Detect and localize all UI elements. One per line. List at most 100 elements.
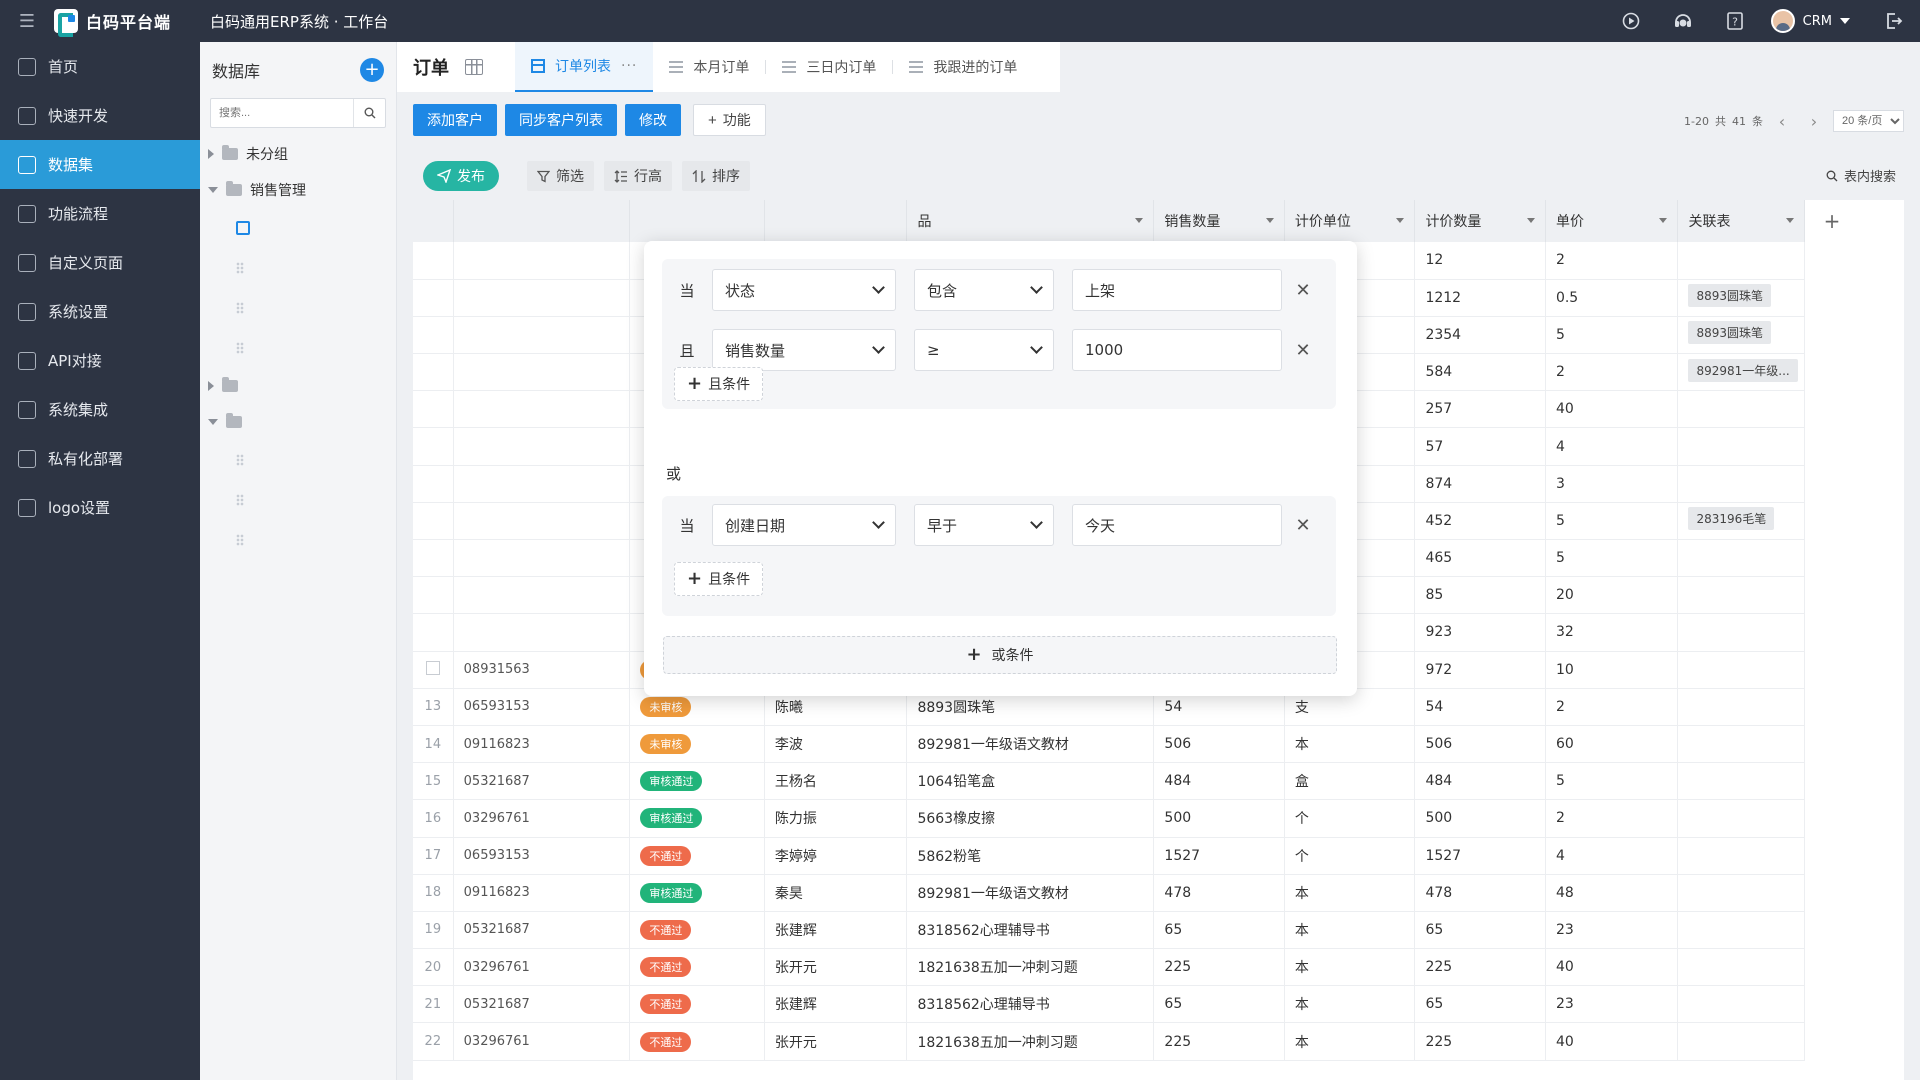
filter-operator-select[interactable]: 包含 [914, 269, 1054, 311]
logout-icon[interactable] [1868, 0, 1920, 42]
page-size-select[interactable]: 20 条/页 [1833, 110, 1904, 132]
sidebar-item-integration[interactable]: 系统集成 [0, 385, 200, 434]
sidebar-item-settings[interactable]: 系统设置 [0, 287, 200, 336]
col-header-status[interactable] [629, 200, 765, 242]
drag-handle-icon[interactable] [236, 302, 244, 314]
tree-group-collapsed[interactable] [200, 368, 396, 404]
row-number-cell: 13 [413, 688, 454, 726]
caret-down-icon[interactable] [1265, 218, 1274, 223]
prev-page-icon[interactable]: ‹ [1769, 112, 1795, 131]
menu-toggle-icon[interactable]: ☰ [0, 0, 54, 42]
sidebar-item-quick-dev[interactable]: 快速开发 [0, 91, 200, 140]
drag-handle-icon[interactable] [236, 342, 244, 354]
support-icon[interactable] [1657, 0, 1709, 42]
publish-button[interactable]: 发布 [423, 161, 499, 191]
tab-my-orders[interactable]: 我跟进的订单 [893, 42, 1033, 92]
caret-down-icon[interactable] [1526, 218, 1535, 223]
relation-tag[interactable]: 283196毛笔 [1688, 507, 1775, 531]
caret-down-icon[interactable] [1135, 218, 1144, 223]
col-header-unit[interactable]: 计价单位 [1284, 200, 1416, 242]
filter-operator-select[interactable]: ≥ [914, 329, 1054, 371]
tree-table-item[interactable] [200, 288, 396, 328]
tab-three-day-orders[interactable]: 三日内订单 [766, 42, 892, 92]
sort-button[interactable]: 排序 [682, 161, 750, 191]
next-page-icon[interactable]: › [1801, 112, 1827, 131]
tree-table-item[interactable] [200, 328, 396, 368]
sidebar-item-logo[interactable]: logo设置 [0, 483, 200, 532]
tab-month-orders[interactable]: 本月订单 [653, 42, 765, 92]
filter-field-select[interactable]: 状态 [712, 269, 896, 311]
relation-tag[interactable]: 8893圆珠笔 [1688, 321, 1772, 345]
edit-button[interactable]: 修改 [625, 104, 681, 136]
col-header-qty[interactable]: 销售数量 [1153, 200, 1285, 242]
table-row[interactable]: 16 03296761 审核通过 陈力振 5663橡皮擦 500 个 500 2 [413, 799, 1805, 838]
table-row[interactable]: 19 05321687 不通过 张建辉 8318562心理辅导书 65 本 65 23 [413, 911, 1805, 950]
tree-table-item[interactable] [200, 520, 396, 560]
filter-value-input[interactable]: 1000 [1072, 329, 1282, 371]
features-button[interactable]: + 功能 [693, 104, 766, 136]
drag-handle-icon[interactable] [236, 494, 244, 506]
drag-handle-icon[interactable] [236, 262, 244, 274]
table-row[interactable]: 14 09116823 未审核 李波 892981一年级语文教材 506 本 506 60 [413, 725, 1805, 764]
filter-field-select[interactable]: 创建日期 [712, 504, 896, 546]
table-row[interactable]: 15 05321687 审核通过 王杨名 1064铅笔盒 484 盒 484 5 [413, 762, 1805, 801]
filter-field-select[interactable]: 销售数量 [712, 329, 896, 371]
sidebar-item-flows[interactable]: 功能流程 [0, 189, 200, 238]
search-icon[interactable] [353, 99, 385, 127]
sidebar-item-deploy[interactable]: 私有化部署 [0, 434, 200, 483]
tree-group-expanded[interactable] [200, 404, 396, 440]
tree-table-item[interactable] [200, 480, 396, 520]
row-height-button[interactable]: 行高 [604, 161, 672, 191]
add-or-condition-button[interactable]: + 或条件 [663, 636, 1337, 674]
sidebar-item-api[interactable]: API对接 [0, 336, 200, 385]
filter-value-input[interactable]: 上架 [1072, 269, 1282, 311]
col-header-person[interactable] [764, 200, 908, 242]
add-and-condition-button[interactable]: + 且条件 [674, 562, 764, 596]
col-header-price[interactable]: 单价 [1545, 200, 1679, 242]
table-row[interactable]: 21 05321687 不通过 张建辉 8318562心理辅导书 65 本 65 23 [413, 985, 1805, 1024]
caret-down-icon[interactable] [1659, 218, 1668, 223]
tree-table-item[interactable] [200, 440, 396, 480]
drag-handle-icon[interactable] [236, 454, 244, 466]
close-icon[interactable]: ✕ [1282, 280, 1324, 301]
filter-operator-select[interactable]: 早于 [914, 504, 1054, 546]
sidebar-item-home[interactable]: 首页 [0, 42, 200, 91]
tree-group-ungrouped[interactable]: 未分组 [200, 136, 396, 172]
sync-customer-button[interactable]: 同步客户列表 [505, 104, 617, 136]
play-icon[interactable] [1605, 0, 1657, 42]
more-icon[interactable]: ··· [621, 58, 637, 74]
tree-group-sales[interactable]: 销售管理 [200, 172, 396, 208]
caret-down-icon[interactable] [1786, 218, 1794, 223]
row-checkbox[interactable] [425, 660, 440, 675]
user-menu[interactable]: CRM [1761, 9, 1868, 33]
col-header-code[interactable] [453, 200, 631, 242]
tree-search-input[interactable] [211, 107, 353, 119]
close-icon[interactable]: ✕ [1282, 340, 1324, 361]
help-icon[interactable]: ? [1709, 0, 1761, 42]
filter-value-input[interactable]: 今天 [1072, 504, 1282, 546]
add-database-button[interactable]: + [360, 58, 384, 82]
tree-table-item[interactable] [200, 208, 396, 248]
relation-tag[interactable]: 8893圆珠笔 [1688, 284, 1772, 308]
table-row[interactable]: 20 03296761 不通过 张开元 1821638五加一冲刺习题 225 本 225 40 [413, 948, 1805, 987]
sidebar-item-datasets[interactable]: 数据集 [0, 140, 200, 189]
table-row[interactable]: 22 03296761 不通过 张开元 1821638五加一冲刺习题 225 本 225 40 [413, 1022, 1805, 1061]
sidebar-item-custom-pages[interactable]: 自定义页面 [0, 238, 200, 287]
caret-down-icon[interactable] [1396, 218, 1405, 223]
table-search-button[interactable]: 表内搜索 [1826, 166, 1896, 185]
add-column-button[interactable]: + [1812, 200, 1852, 242]
col-header-relation[interactable]: 关联表 [1677, 200, 1805, 242]
add-and-condition-button[interactable]: + 且条件 [674, 367, 764, 401]
tree-table-item[interactable] [200, 248, 396, 288]
close-icon[interactable]: ✕ [1282, 515, 1324, 536]
col-header-pqty[interactable]: 计价数量 [1414, 200, 1546, 242]
add-customer-button[interactable]: 添加客户 [413, 104, 497, 136]
table-row[interactable]: 18 09116823 审核通过 秦昊 892981一年级语文教材 478 本 478 48 [413, 874, 1805, 912]
filter-button[interactable]: 筛选 [527, 161, 594, 191]
table-row[interactable]: 17 06593153 不通过 李婷婷 5862粉笔 1527 个 1527 4 [413, 837, 1805, 875]
col-header-product[interactable]: 品 [906, 200, 1155, 242]
table-settings-icon[interactable] [465, 59, 483, 75]
drag-handle-icon[interactable] [236, 534, 244, 546]
tab-order-list[interactable]: 订单列表 ··· [515, 42, 654, 92]
relation-tag[interactable]: 892981一年级... [1688, 358, 1798, 382]
